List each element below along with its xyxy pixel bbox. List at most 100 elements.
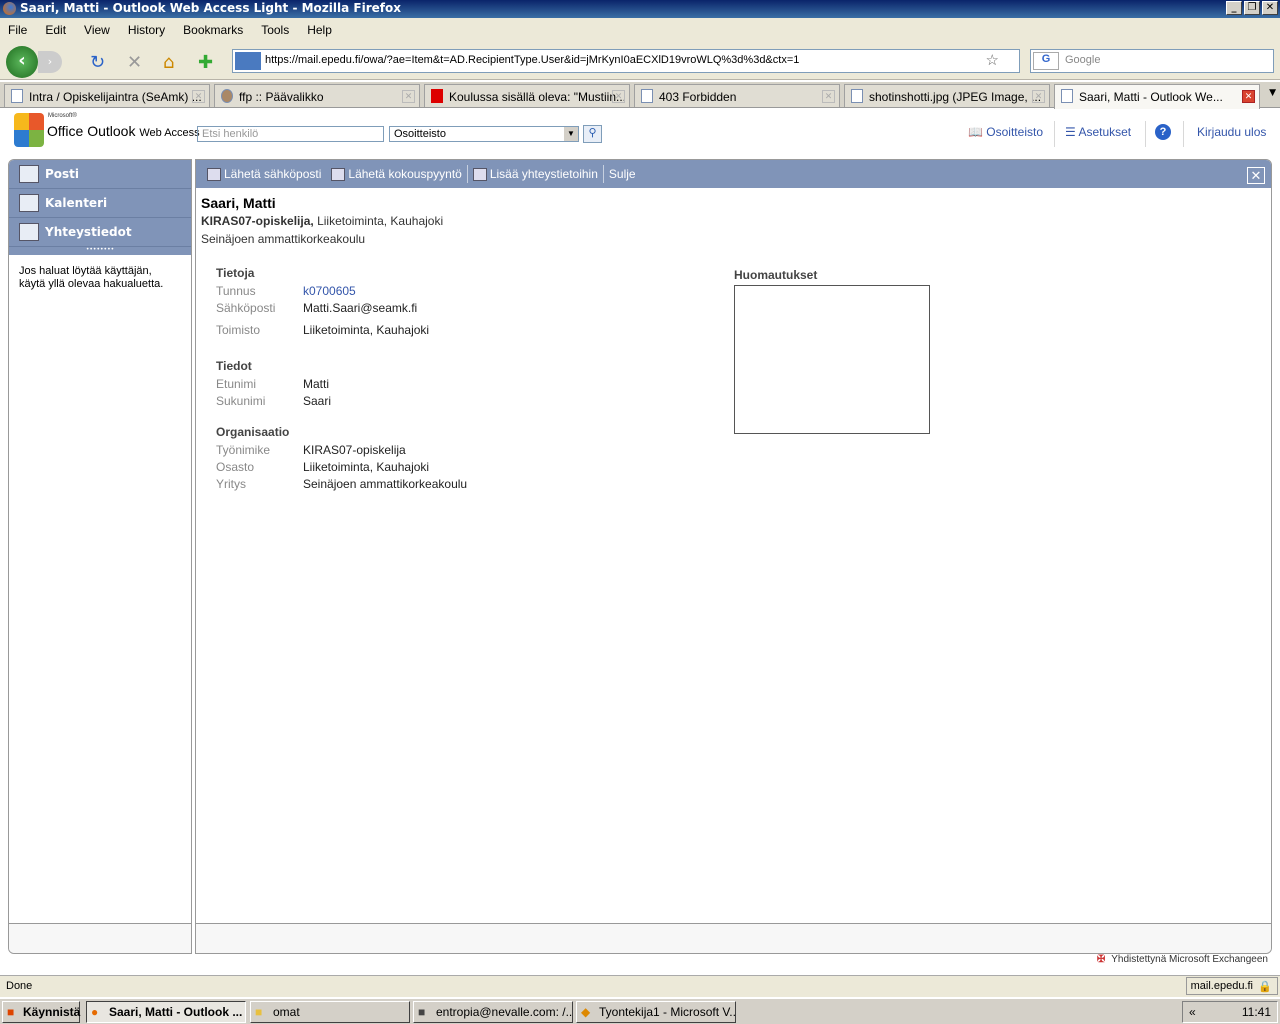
restore-button[interactable]: ❐ [1244,1,1260,15]
tab-label: 403 Forbidden [659,90,737,104]
close-tab-icon[interactable]: ✕ [1032,90,1045,103]
alias-link[interactable]: k0700605 [303,284,356,301]
field-label: Työnimike [216,443,271,457]
close-icon[interactable]: ✕ [1247,167,1265,184]
taskbar-label: Tyontekija1 - Microsoft V... [599,1005,736,1019]
start-button[interactable]: ■ Käynnistä [2,1001,80,1023]
menu-view[interactable]: View [84,23,110,37]
help-icon[interactable]: ? [1155,124,1171,140]
calendar-icon [19,194,39,212]
add-contact-label: Lisää yhteystietoihin [489,167,598,181]
menu-bookmarks[interactable]: Bookmarks [183,23,243,37]
tab-intra[interactable]: Intra / Opiskelijaintra (SeAmk) ... ✕ [4,84,210,107]
section-heading: Organisaatio [216,425,290,439]
nav-posti[interactable]: Posti [9,160,191,189]
folder-icon: ■ [255,1005,263,1019]
taskbar-visio[interactable]: ◆ Tyontekija1 - Microsoft V... [576,1001,736,1023]
address-book-link[interactable]: 📖 Osoitteisto [968,125,1043,139]
firstname-value: Matti [303,377,330,391]
section-organisaatio: Organisaatio Työnimike KIRAS07-opiskelija… [216,425,467,494]
taskbar-terminal[interactable]: ■ entropia@nevalle.com: /... [413,1001,573,1023]
email-value[interactable]: Matti.Saari@seamk.fi [303,301,417,318]
tab-label: Saari, Matti - Outlook We... [1079,90,1223,104]
close-tab-icon[interactable]: ✕ [402,90,415,103]
search-button[interactable]: ⚲ [583,125,602,143]
stop-icon[interactable]: ✕ [127,52,142,73]
google-icon[interactable]: G [1033,52,1059,70]
tab-ffp[interactable]: ffp :: Päävalikko ✕ [214,84,420,107]
contacts-icon [19,223,39,241]
close-tab-icon[interactable]: ✕ [1242,90,1255,103]
logo-microsoft: Microsoft® [48,113,77,119]
forward-button[interactable]: › [38,51,62,73]
contact-dept: Liiketoiminta, Kauhajoki [317,214,444,228]
menu-tools[interactable]: Tools [261,23,289,37]
url-bar[interactable]: https://mail.epedu.fi/owa/?ae=Item&t=AD.… [232,49,1020,73]
page-icon [11,89,23,103]
menu-help[interactable]: Help [307,23,332,37]
tab-image[interactable]: shotinshotti.jpg (JPEG Image, ... ✕ [844,84,1050,107]
send-mail-icon [207,167,221,181]
close-button[interactable]: Sulje [604,167,641,181]
meeting-icon [331,167,346,181]
contact-toolbar: Lähetä sähköposti Lähetä kokouspyyntö Li… [196,160,1271,188]
home-icon[interactable]: ⌂ [163,52,174,73]
nav-yhteystiedot[interactable]: Yhteystiedot [9,218,191,247]
tab-label: ffp :: Päävalikko [239,90,324,104]
left-navigation: Posti Kalenteri Yhteystiedot •••••••• Jo… [8,159,192,954]
menu-edit[interactable]: Edit [45,23,66,37]
contact-title: KIRAS07-opiskelija, [201,214,314,228]
close-window-button[interactable]: ✕ [1262,1,1278,15]
close-tab-icon[interactable]: ✕ [612,90,625,103]
nav-kalenteri[interactable]: Kalenteri [9,189,191,218]
add-bookmark-icon[interactable]: ✚ [198,52,213,73]
main-footer [196,923,1271,953]
tab-403[interactable]: 403 Forbidden ✕ [634,84,840,107]
firefox-icon [3,2,16,15]
reload-icon[interactable]: ↻ [90,52,105,73]
taskbar-omat[interactable]: ■ omat [250,1001,410,1023]
tab-label: Koulussa sisällä oleva: "Mustiin... [449,90,627,104]
send-meeting-button[interactable]: Lähetä kokouspyyntö [326,167,466,181]
office-value: Liiketoiminta, Kauhajoki [303,323,430,337]
page-icon [1061,89,1073,103]
send-mail-button[interactable]: Lähetä sähköposti [202,167,326,181]
add-contact-button[interactable]: Lisää yhteystietoihin [468,167,603,181]
taskbar-firefox[interactable]: ● Saari, Matti - Outlook ... [86,1001,246,1023]
tab-outlook[interactable]: Saari, Matti - Outlook We... ✕ [1054,84,1260,109]
directory-select[interactable]: Osoitteisto ▼ [389,126,579,142]
add-contact-icon [472,167,487,181]
menu-file[interactable]: File [8,23,27,37]
ffp-icon [221,89,233,103]
divider [1183,121,1184,147]
options-link[interactable]: ☰ Asetukset [1065,125,1131,139]
tab-il[interactable]: Koulussa sisällä oleva: "Mustiin... ✕ [424,84,630,107]
minimize-button[interactable]: _ [1226,1,1242,15]
firefox-icon: ● [91,1005,99,1019]
back-button[interactable]: ‹ [6,46,38,78]
status-domain: mail.epedu.fi [1190,980,1253,992]
il-icon [431,89,443,103]
contact-company: Seinäjoen ammattikorkeakoulu [201,232,366,246]
close-tab-icon[interactable]: ✕ [822,90,835,103]
menu-history[interactable]: History [128,23,165,37]
notes-textarea[interactable] [734,285,930,434]
star-icon[interactable]: ☆ [986,51,999,69]
logout-link[interactable]: Kirjaudu ulos [1197,125,1266,139]
chevron-down-icon[interactable]: ▼ [564,127,578,141]
divider [1054,121,1055,147]
section-tiedot: Tiedot Etunimi Matti Sukunimi Saari [216,359,331,411]
contact-details-pane: Lähetä sähköposti Lähetä kokouspyyntö Li… [195,159,1272,954]
search-input[interactable]: G Google [1030,49,1274,73]
visio-icon: ◆ [581,1005,591,1019]
exchange-footer: ✠ Yhdistettynä Microsoft Exchangeen [1097,954,1268,965]
resize-grip[interactable]: •••••••• [9,247,191,255]
company-value: Seinäjoen ammattikorkeakoulu [303,477,468,491]
section-tietoja: Tietoja Tunnus k0700605 Sähköposti Matti.S… [216,266,429,340]
tray-expand-icon[interactable]: « [1189,1005,1196,1019]
field-label: Sukunimi [216,394,266,408]
tab-list-icon[interactable]: ▼ [1269,88,1276,98]
find-person-input[interactable]: Etsi henkilö [197,126,384,142]
close-tab-icon[interactable]: ✕ [192,90,205,103]
book-icon: 📖 [968,125,983,139]
